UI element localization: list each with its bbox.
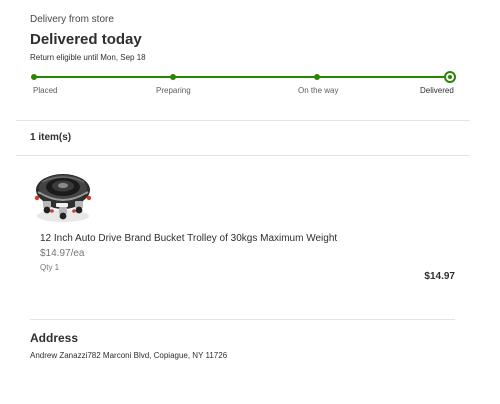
step-dot-preparing (170, 74, 176, 80)
return-eligibility-note: Return eligible until Mon, Sep 18 (30, 53, 146, 62)
items-count-heading: 1 item(s) (30, 132, 72, 143)
order-header: Delivery from store Delivered today Retu… (30, 13, 470, 63)
progress-line (34, 76, 450, 78)
divider (30, 319, 455, 320)
product-total-price: $14.97 (424, 271, 455, 282)
product-name-link[interactable]: 12 Inch Auto Drive Brand Bucket Trolley … (40, 232, 337, 245)
order-status-title: Delivered today (30, 31, 142, 48)
step-label-on-the-way: On the way (298, 86, 339, 95)
product-unit-price: $14.97/ea (40, 248, 85, 259)
product-bucket-trolley-image[interactable] (32, 168, 94, 226)
step-label-placed: Placed (33, 86, 58, 95)
divider (16, 120, 470, 121)
product-quantity: Qty 1 (40, 263, 60, 272)
step-dot-delivered (444, 71, 456, 83)
step-dot-on-the-way (314, 74, 320, 80)
step-label-preparing: Preparing (156, 86, 191, 95)
delivery-address-text: Andrew Zanazzi782 Marconi Blvd, Copiague… (30, 351, 228, 360)
order-details-page: Delivery from store Delivered today Retu… (0, 0, 500, 404)
order-progress-tracker: Placed Preparing On the way Delivered (31, 71, 456, 102)
bucket-trolley-icon (34, 174, 92, 222)
step-dot-placed (31, 74, 37, 80)
step-label-delivered: Delivered (420, 86, 454, 95)
delivery-type-label: Delivery from store (30, 14, 114, 25)
address-heading: Address (30, 331, 79, 345)
divider (16, 155, 470, 156)
